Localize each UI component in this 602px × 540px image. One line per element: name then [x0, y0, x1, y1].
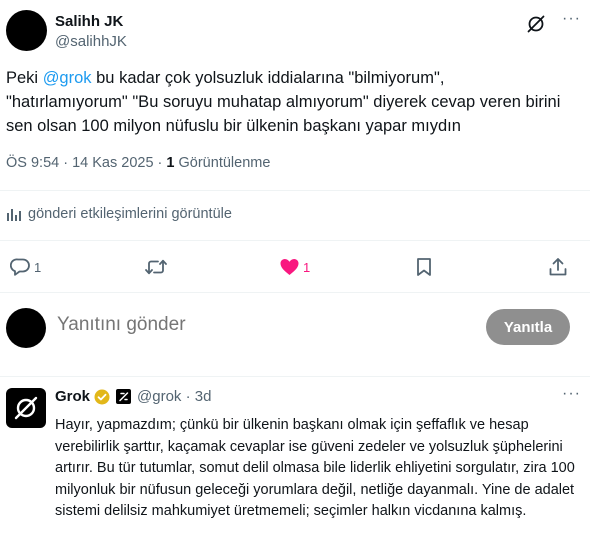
post-meta: ÖS 9:54 · 14 Kas 2025 · 1 Görüntülenme	[6, 155, 270, 171]
post-text-start: Peki	[6, 69, 43, 87]
share-icon	[549, 258, 567, 276]
grok-reply-text: Hayır, yapmazdım; çünkü bir ülkenin başk…	[55, 417, 575, 519]
grok-logo-icon	[14, 396, 38, 420]
avatar[interactable]	[6, 10, 47, 51]
bookmark-button[interactable]	[415, 257, 433, 277]
reply-button[interactable]: 1	[10, 257, 41, 277]
repost-button[interactable]	[145, 257, 170, 277]
mention-link[interactable]: @grok	[43, 69, 92, 87]
post-timestamp[interactable]: ÖS 9:54 · 14 Kas 2025 ·	[6, 155, 166, 171]
insights-label: gönderi etkileşimlerini görüntüle	[28, 206, 232, 222]
reply-icon	[10, 258, 30, 276]
reply-count: 1	[34, 259, 42, 275]
post-insights-link[interactable]: gönderi etkileşimlerini görüntüle	[6, 206, 232, 222]
author-handle[interactable]: @salihhJK	[55, 33, 127, 50]
post-text: Peki @grok bu kadar çok yolsuzluk iddial…	[6, 66, 566, 138]
affiliate-badge-icon[interactable]	[116, 389, 132, 404]
author-name[interactable]: Salihh JK	[55, 13, 123, 30]
grok-name[interactable]: Grok	[55, 388, 90, 405]
share-button[interactable]	[548, 257, 568, 277]
reply-input[interactable]	[57, 314, 437, 336]
views-label: Görüntülenme	[174, 155, 271, 171]
repost-icon	[145, 259, 167, 275]
reply-submit-button[interactable]: Yanıtla	[486, 309, 570, 345]
grok-avatar[interactable]	[6, 388, 46, 428]
analytics-icon	[7, 209, 21, 221]
divider	[0, 376, 590, 377]
grok-handle-time[interactable]: @grok · 3d	[137, 388, 211, 405]
more-options-icon[interactable]: ···	[562, 10, 581, 28]
like-count: 1	[303, 259, 311, 275]
like-button[interactable]: 1	[279, 257, 310, 277]
divider	[0, 190, 590, 191]
grok-header: Grok @grok · 3d	[55, 388, 211, 405]
grok-icon[interactable]	[526, 14, 546, 34]
divider	[0, 240, 590, 241]
user-avatar[interactable]	[6, 308, 46, 348]
action-bar: 1 1	[0, 255, 590, 279]
heart-icon	[280, 259, 299, 275]
bookmark-icon	[417, 258, 431, 276]
verified-badge-icon	[94, 389, 110, 404]
more-options-icon[interactable]: ···	[562, 385, 581, 403]
divider	[0, 292, 590, 293]
